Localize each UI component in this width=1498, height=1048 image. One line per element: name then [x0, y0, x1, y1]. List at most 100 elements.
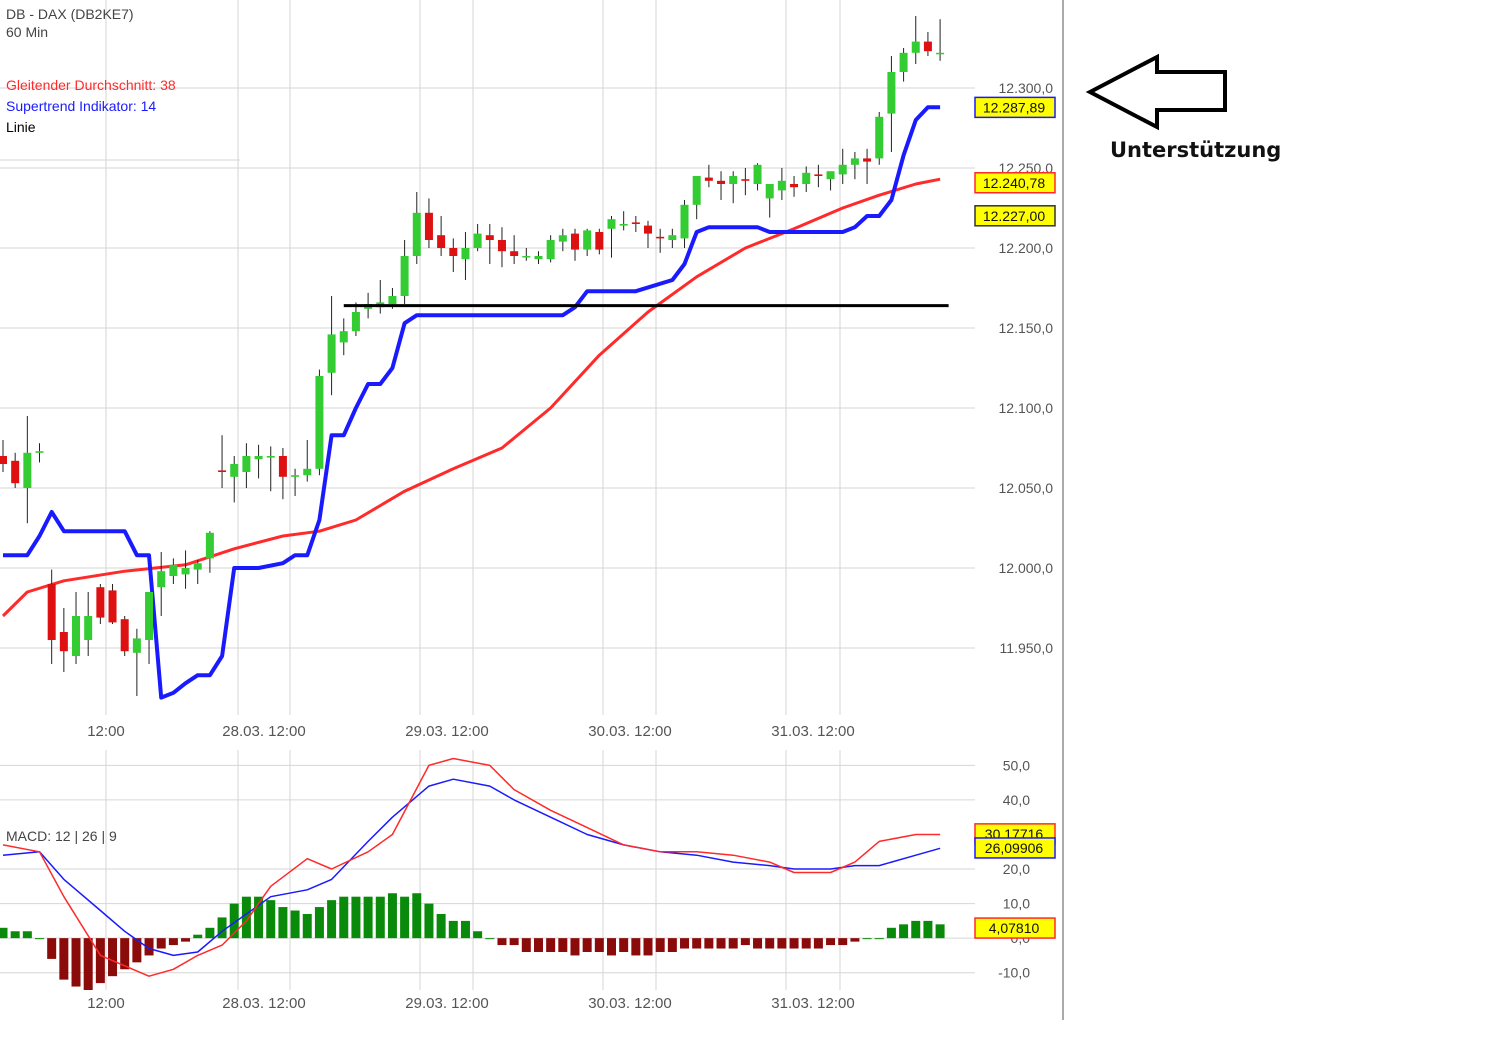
macd-histogram-bar	[169, 938, 178, 945]
candle-body	[924, 42, 932, 52]
macd-label-signal: 26,09906	[975, 838, 1055, 858]
macd-histogram-bar	[850, 938, 859, 941]
macd-line	[3, 759, 940, 977]
candle	[766, 184, 774, 218]
macd-histogram-bar	[497, 938, 506, 945]
macd-y-tick-label: 10,0	[1003, 896, 1030, 912]
candle	[498, 227, 506, 267]
candle-body	[133, 638, 141, 652]
candle-body	[632, 222, 640, 224]
candle	[534, 251, 542, 264]
callout-arrow	[1090, 57, 1225, 127]
candle	[60, 608, 68, 672]
macd-histogram-bar	[644, 938, 653, 955]
candle	[303, 440, 311, 482]
x-tick-label: 12:00	[87, 723, 125, 740]
macd-x-tick-label: 28.03. 12:00	[222, 995, 305, 1012]
candle-body	[352, 312, 360, 331]
candle	[912, 16, 920, 64]
macd-histogram-bar	[923, 921, 932, 938]
candle	[875, 112, 883, 165]
candle-body	[656, 237, 664, 239]
candle-body	[388, 296, 396, 304]
macd-histogram-bar	[388, 893, 397, 938]
macd-histogram-bar	[656, 938, 665, 952]
macd-histogram-bar	[59, 938, 68, 979]
candle-body	[267, 456, 275, 458]
candle	[656, 229, 664, 253]
candle	[279, 448, 287, 499]
macd-x-tick-label: 30.03. 12:00	[588, 995, 671, 1012]
macd-histogram-bar	[814, 938, 823, 948]
macd-histogram-bar	[449, 921, 458, 938]
candle-body	[595, 232, 603, 250]
value-labels: 12.287,8912.240,7812.227,0030,1771626,09…	[975, 97, 1055, 938]
y-tick-label: 12.300,0	[999, 80, 1054, 96]
macd-histogram-bar	[741, 938, 750, 945]
candle-body	[547, 240, 555, 259]
candle-body	[534, 256, 542, 259]
macd-histogram-bar	[339, 897, 348, 938]
candle	[352, 302, 360, 336]
candle	[827, 171, 835, 190]
macd-histogram-bar	[875, 938, 884, 939]
candle-body	[72, 616, 80, 656]
candle	[608, 216, 616, 258]
y-tick-label: 12.000,0	[999, 560, 1054, 576]
candle-body	[571, 234, 579, 250]
candle	[376, 280, 384, 314]
macd-signal-line	[3, 779, 940, 955]
macd-histogram-bar	[327, 900, 336, 938]
candle-body	[279, 456, 287, 477]
macd-y-tick-label: 50,0	[1003, 757, 1030, 773]
candle	[595, 229, 603, 255]
x-tick-label: 28.03. 12:00	[222, 723, 305, 740]
macd-histogram-bar	[777, 938, 786, 948]
chart-subtitle: 60 Min	[6, 24, 48, 40]
candle-body	[218, 470, 226, 472]
candle-body	[303, 469, 311, 475]
candle	[461, 232, 469, 280]
macd-histogram-bar	[729, 938, 738, 948]
macd-layer	[0, 759, 945, 991]
macd-histogram-bar	[631, 938, 640, 955]
candle-body	[705, 178, 713, 181]
candle	[72, 592, 80, 664]
moving-average-line	[3, 179, 940, 616]
macd-y-tick-label: 20,0	[1003, 861, 1030, 877]
price-label-last-text: 12.227,00	[983, 208, 1045, 224]
candle-body	[766, 184, 774, 198]
macd-histogram-bar	[887, 928, 896, 938]
macd-x-tick-label: 31.03. 12:00	[771, 995, 854, 1012]
macd-histogram-bar	[583, 938, 592, 952]
axes-layer: 11.950,012.000,012.050,012.100,012.150,0…	[87, 80, 1053, 1012]
candle	[729, 171, 737, 203]
macd-histogram-bar	[303, 914, 312, 938]
macd-histogram-bar	[619, 938, 628, 952]
candle	[84, 592, 92, 656]
macd-histogram-bar	[218, 917, 227, 938]
candle	[644, 221, 652, 248]
candle	[681, 200, 689, 248]
macd-histogram-bar	[558, 938, 567, 952]
macd-histogram-bar	[911, 921, 920, 938]
macd-histogram-bar	[412, 893, 421, 938]
macd-x-tick-label: 29.03. 12:00	[405, 995, 488, 1012]
candle	[182, 550, 190, 588]
candle-body	[498, 240, 506, 251]
candle-body	[790, 184, 798, 187]
candle-body	[461, 248, 469, 259]
candle	[425, 198, 433, 248]
macd-histogram-bar	[266, 900, 275, 938]
candle	[36, 443, 44, 462]
candle	[157, 552, 165, 616]
y-tick-label: 12.100,0	[999, 400, 1054, 416]
candle-body	[802, 173, 810, 184]
candle-body	[242, 456, 250, 472]
candle-body	[900, 53, 908, 72]
candle-body	[23, 453, 31, 488]
macd-label-histogram: 4,07810	[975, 918, 1055, 938]
candle-body	[84, 616, 92, 640]
candle-body	[157, 571, 165, 587]
candle	[924, 32, 932, 56]
